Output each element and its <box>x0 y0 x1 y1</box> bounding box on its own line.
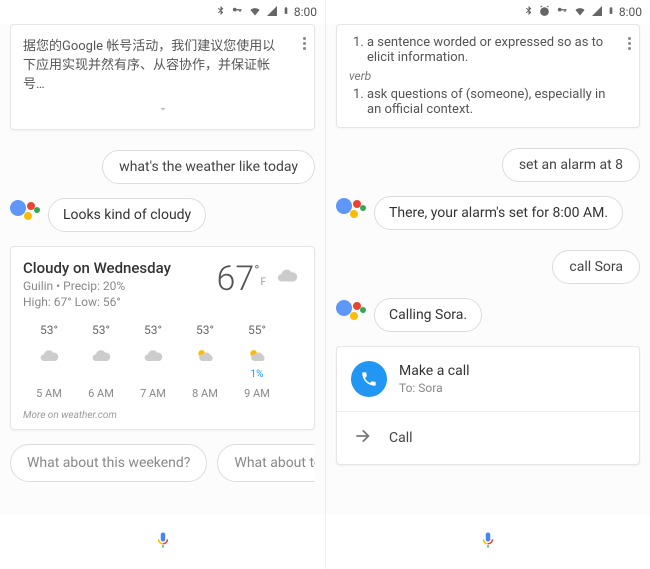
weather-hilo: High: 67° Low: 56° <box>23 295 171 309</box>
suggestion-chip[interactable]: What about to <box>217 444 315 482</box>
status-bar: 8:00 <box>326 0 650 24</box>
hour-temp: 53° <box>75 323 127 337</box>
hour-label: 6 AM <box>75 387 127 400</box>
hour-temp: 53° <box>179 323 231 337</box>
hour-label: 7 AM <box>127 387 179 400</box>
weather-hour-icon <box>23 343 75 369</box>
call-card: Make a call To: Sora Call <box>336 346 640 465</box>
call-subtitle: To: Sora <box>399 381 470 395</box>
weather-hour-icon <box>75 343 127 369</box>
more-icon[interactable] <box>624 33 635 54</box>
phone-left: 8:00 据您的Google 帐号活动，我们建议您使用以下应用实现并然有序、从容… <box>0 0 325 569</box>
more-icon[interactable] <box>299 33 310 54</box>
wifi-icon <box>573 5 587 20</box>
cloud-icon <box>272 265 302 291</box>
mic-icon[interactable] <box>154 528 172 556</box>
definition-verb: ask questions of (someone), especially i… <box>367 87 613 117</box>
hour-precip: 1% <box>231 369 283 381</box>
status-bar: 8:00 <box>0 0 325 24</box>
weather-temp: 67 ° F <box>217 259 302 309</box>
definition-card[interactable]: a sentence worded or expressed so as to … <box>336 24 640 128</box>
weather-attribution[interactable]: More on weather.com <box>23 410 302 421</box>
call-title: Make a call <box>399 363 470 379</box>
suggestion-card[interactable]: 据您的Google 帐号活动，我们建议您使用以下应用实现并然有序、从容协作，并保… <box>10 24 315 130</box>
user-message[interactable]: call Sora <box>552 250 640 284</box>
hour-precip <box>75 369 127 381</box>
hour-precip <box>179 369 231 381</box>
arrow-right-icon <box>353 426 373 450</box>
cell-signal-icon <box>591 5 603 20</box>
call-action-button[interactable]: Call <box>337 412 639 464</box>
mic-bar <box>0 515 325 569</box>
user-message[interactable]: set an alarm at 8 <box>502 148 640 182</box>
hour-precip <box>23 369 75 381</box>
weather-hour-icon <box>179 343 231 369</box>
weather-location: Guilin • Precip: 20% <box>23 279 171 293</box>
weather-card[interactable]: Cloudy on Wednesday Guilin • Precip: 20%… <box>10 246 315 430</box>
assistant-message: Looks kind of cloudy <box>48 198 206 232</box>
status-clock: 8:00 <box>294 5 317 19</box>
mic-icon[interactable] <box>479 528 497 556</box>
part-of-speech: verb <box>349 69 613 83</box>
phone-icon <box>351 361 387 397</box>
phone-right: 8:00 a sentence worded or expressed so a… <box>325 0 650 569</box>
suggestion-text: 据您的Google 帐号活动，我们建议您使用以下应用实现并然有序、从容协作，并保… <box>23 35 302 92</box>
vpn-key-icon <box>555 5 569 19</box>
bluetooth-icon <box>215 4 226 20</box>
vpn-key-icon <box>230 5 244 19</box>
hour-temp: 55° <box>231 323 283 337</box>
hourly-forecast[interactable]: 53° 5 AM 53° 6 AM 53° 7 AM 53° 8 AM 55° 1% 9 AM10 <box>23 323 302 400</box>
hour-label: 8 AM <box>179 387 231 400</box>
suggestion-chips: What about this weekend? What about to <box>10 444 315 482</box>
battery-icon <box>282 4 290 20</box>
hour-label: 9 AM <box>231 387 283 400</box>
hour-item: 10 <box>283 323 302 400</box>
hour-temp: 53° <box>23 323 75 337</box>
hour-item: 53° 8 AM <box>179 323 231 400</box>
hour-label: 5 AM <box>23 387 75 400</box>
assistant-logo-icon <box>336 298 366 322</box>
weather-hour-icon <box>283 329 302 355</box>
weather-hour-icon <box>231 343 283 369</box>
alarm-icon <box>538 4 551 20</box>
hour-precip <box>283 355 302 367</box>
mic-bar <box>326 515 650 569</box>
user-message[interactable]: what's the weather like today <box>102 150 315 184</box>
hour-precip <box>127 369 179 381</box>
call-action-label: Call <box>389 430 413 446</box>
hour-item: 53° 5 AM <box>23 323 75 400</box>
status-clock: 8:00 <box>619 5 642 19</box>
hour-temp: 53° <box>127 323 179 337</box>
hour-item: 55° 1% 9 AM <box>231 323 283 400</box>
assistant-logo-icon <box>10 198 40 222</box>
chevron-down-icon[interactable] <box>23 92 302 119</box>
wifi-icon <box>248 5 262 20</box>
weather-title: Cloudy on Wednesday <box>23 259 171 277</box>
bluetooth-icon <box>523 4 534 20</box>
definition-noun: a sentence worded or expressed so as to … <box>367 35 613 65</box>
cell-signal-icon <box>266 5 278 20</box>
hour-item: 53° 6 AM <box>75 323 127 400</box>
battery-icon <box>607 4 615 20</box>
weather-hour-icon <box>127 343 179 369</box>
hour-label: 10 <box>283 373 302 386</box>
assistant-logo-icon <box>336 196 366 220</box>
suggestion-chip[interactable]: What about this weekend? <box>10 444 207 482</box>
call-card-header[interactable]: Make a call To: Sora <box>337 347 639 412</box>
assistant-message: There, your alarm's set for 8:00 AM. <box>374 196 623 230</box>
assistant-message: Calling Sora. <box>374 298 482 332</box>
hour-item: 53° 7 AM <box>127 323 179 400</box>
